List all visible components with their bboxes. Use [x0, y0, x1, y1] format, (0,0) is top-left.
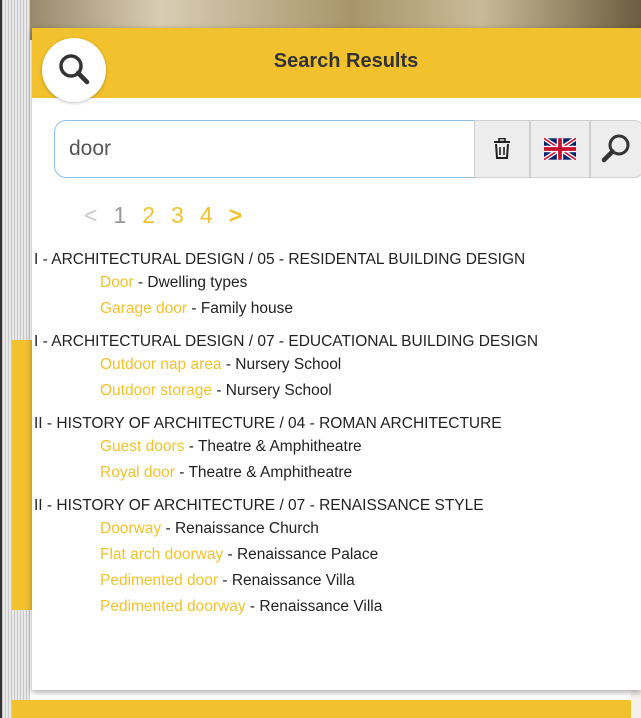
result-link[interactable]: Garage door: [100, 300, 187, 317]
search-icon: [59, 54, 90, 85]
result-link[interactable]: Doorway: [100, 520, 161, 537]
list-item: Garage door - Family house: [32, 296, 641, 322]
clear-search-button[interactable]: [474, 120, 530, 178]
background-yellow-bar: [12, 340, 32, 610]
result-link[interactable]: Pedimented door: [100, 572, 218, 589]
next-page-button[interactable]: >: [229, 202, 242, 229]
result-separator: -: [187, 300, 201, 317]
submit-search-button[interactable]: [590, 120, 641, 178]
page-2-link[interactable]: 2: [142, 202, 155, 229]
result-section: Nursery School: [235, 356, 342, 373]
trash-icon: [494, 138, 510, 159]
result-link[interactable]: Royal door: [100, 464, 175, 481]
list-item: Pedimented door - Renaissance Villa: [32, 568, 641, 594]
result-section: Renaissance Church: [174, 520, 319, 537]
result-separator: -: [133, 274, 148, 291]
pagination: < 1 2 3 4 >: [84, 200, 242, 230]
result-link[interactable]: Door: [100, 274, 134, 291]
result-separator: -: [161, 520, 175, 537]
previous-page-button[interactable]: <: [84, 202, 97, 229]
result-separator: -: [221, 356, 236, 373]
result-link[interactable]: Pedimented doorway: [100, 598, 246, 615]
result-separator: -: [184, 438, 198, 455]
page-1-link: 1: [113, 201, 127, 228]
result-section: Theatre & Amphitheatre: [197, 438, 362, 455]
list-item: Royal door - Theatre & Amphitheatre: [32, 460, 641, 486]
result-group-title: II - HISTORY OF ARCHITECTURE / 04 - ROMA…: [34, 415, 502, 432]
result-section: Theatre & Amphitheatre: [188, 464, 353, 481]
panel-header: Search Results: [32, 28, 641, 98]
background-yellow-footer: [12, 700, 641, 718]
result-section: Renaissance Villa: [259, 598, 383, 615]
list-item: Guest doors - Theatre & Amphitheatre: [32, 434, 641, 460]
results-list: I - ARCHITECTURAL DESIGN / 05 - RESIDENT…: [32, 250, 641, 630]
result-separator: -: [212, 382, 226, 399]
list-item: Outdoor nap area - Nursery School: [32, 352, 641, 378]
result-section: Renaissance Palace: [236, 546, 379, 563]
result-link[interactable]: Outdoor storage: [100, 382, 212, 399]
result-group: II - HISTORY OF ARCHITECTURE / 04 - ROMA…: [32, 414, 641, 486]
result-group: I - ARCHITECTURAL DESIGN / 05 - RESIDENT…: [32, 250, 641, 322]
result-link[interactable]: Guest doors: [100, 438, 184, 455]
result-group: II - HISTORY OF ARCHITECTURE / 07 - RENA…: [32, 496, 641, 620]
result-section: Family house: [200, 300, 293, 317]
page-title: Search Results: [273, 50, 419, 72]
search-bar: [54, 120, 641, 178]
result-section: Dwelling types: [147, 274, 248, 291]
uk-flag-icon: [544, 138, 576, 160]
page-4-link[interactable]: 4: [200, 202, 213, 229]
result-separator: -: [245, 598, 260, 615]
result-separator: -: [223, 546, 237, 563]
result-link[interactable]: Outdoor nap area: [100, 356, 222, 373]
header-search-button[interactable]: [42, 38, 106, 102]
list-item: Door - Dwelling types: [32, 270, 641, 296]
result-group-title: II - HISTORY OF ARCHITECTURE / 07 - RENA…: [34, 497, 484, 514]
result-group-title: I - ARCHITECTURAL DESIGN / 05 - RESIDENT…: [34, 251, 526, 268]
list-item: Pedimented doorway - Renaissance Villa: [32, 594, 641, 620]
list-item: Doorway - Renaissance Church: [32, 516, 641, 542]
search-icon: [601, 134, 630, 163]
result-link[interactable]: Flat arch doorway: [100, 546, 223, 563]
list-item: Flat arch doorway - Renaissance Palace: [32, 542, 641, 568]
page-3-link[interactable]: 3: [171, 202, 184, 229]
result-separator: -: [174, 464, 189, 481]
result-group-title: I - ARCHITECTURAL DESIGN / 07 - EDUCATIO…: [34, 333, 539, 350]
result-section: Renaissance Villa: [231, 572, 355, 589]
result-group: I - ARCHITECTURAL DESIGN / 07 - EDUCATIO…: [32, 332, 641, 404]
language-button[interactable]: [530, 120, 590, 178]
search-input[interactable]: [54, 120, 476, 178]
result-section: Nursery School: [225, 382, 332, 399]
list-item: Outdoor storage - Nursery School: [32, 378, 641, 404]
search-results-panel: Search Results door < 1 2 3 4 > I - ARCH…: [32, 28, 641, 690]
result-separator: -: [218, 572, 232, 589]
